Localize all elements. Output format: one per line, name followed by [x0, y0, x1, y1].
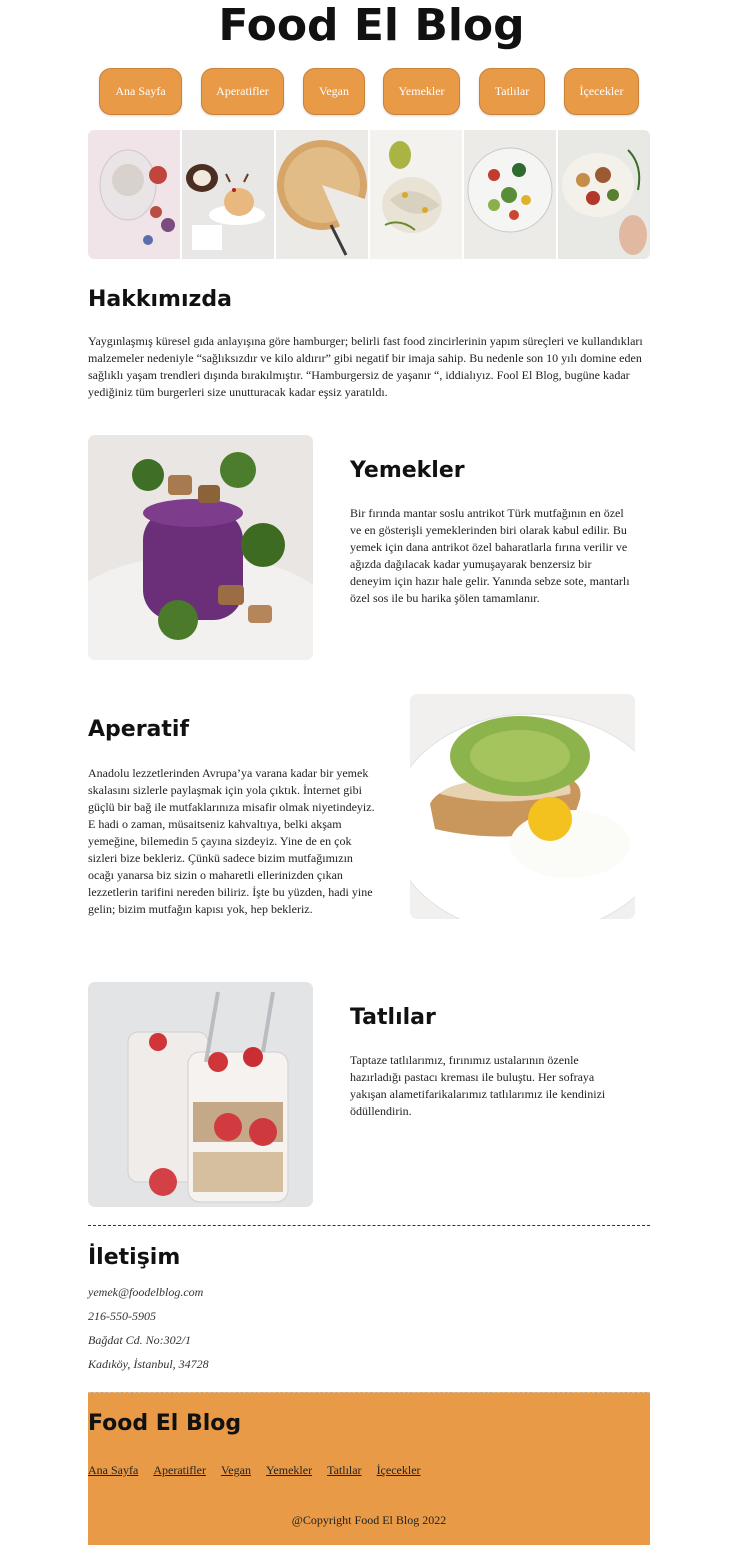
hero-image-jar-figs	[88, 130, 180, 259]
aperatif-heading: Aperatif	[88, 717, 190, 742]
nav-aperatifler-button[interactable]: Aperatifler	[201, 68, 284, 115]
aperatif-text: Anadolu lezzetlerinden Avrupa’ya varana …	[88, 766, 375, 916]
nav-tatlilar-button[interactable]: Tatlılar	[479, 68, 545, 115]
tatlilar-image	[88, 982, 313, 1207]
aperatif-image	[410, 694, 635, 919]
about-heading: Hakkımızda	[88, 287, 232, 312]
footer-link-vegan[interactable]: Vegan	[221, 1463, 251, 1478]
hero-image-bowl-hand	[558, 130, 650, 259]
hero-image-roll-cake	[182, 130, 274, 259]
tatlilar-heading: Tatlılar	[350, 1005, 436, 1030]
yemekler-image	[88, 435, 313, 660]
footer-link-yemekler[interactable]: Yemekler	[266, 1463, 312, 1478]
contact-address-line2: Kadıköy, İstanbul, 34728	[88, 1357, 209, 1371]
nav-yemekler-button[interactable]: Yemekler	[383, 68, 460, 115]
hero-image-pear-plate	[370, 130, 462, 259]
hero-image-pie	[276, 130, 368, 259]
contact-address-line1: Bağdat Cd. No:302/1	[88, 1333, 192, 1347]
nav-vegan-button[interactable]: Vegan	[303, 68, 365, 115]
yemekler-text: Bir fırında mantar soslu antrikot Türk m…	[350, 506, 630, 605]
copyright-text: @Copyright Food El Blog 2022	[291, 1513, 447, 1527]
footer-title: Food El Blog	[88, 1411, 242, 1436]
site-title: Food El Blog	[218, 0, 525, 51]
tatlilar-text: Taptaze tatlılarımız, fırınımız ustaları…	[350, 1053, 606, 1118]
nav-ana-sayfa-button[interactable]: Ana Sayfa	[99, 68, 182, 115]
yemekler-heading: Yemekler	[350, 458, 465, 483]
contact-phone[interactable]: 216-550-5905	[88, 1309, 156, 1324]
footer-nav: Ana Sayfa Aperatifler Vegan Yemekler Tat…	[88, 1463, 421, 1478]
hero-image-strip	[88, 130, 650, 259]
footer-link-icecekler[interactable]: İçecekler	[377, 1463, 421, 1478]
contact-heading: İletişim	[88, 1245, 181, 1270]
nav-icecekler-button[interactable]: İçecekler	[564, 68, 639, 115]
main-nav: Ana Sayfa Aperatifler Vegan Yemekler Tat…	[0, 68, 743, 115]
footer-link-ana-sayfa[interactable]: Ana Sayfa	[88, 1463, 138, 1478]
footer-link-aperatifler[interactable]: Aperatifler	[153, 1463, 206, 1478]
hero-image-salad-bowl	[464, 130, 556, 259]
about-text: Yaygınlaşmış küresel gıda anlayışına gör…	[88, 334, 643, 399]
section-divider	[88, 1225, 650, 1226]
contact-email[interactable]: yemek@foodelblog.com	[88, 1285, 203, 1300]
footer: Food El Blog Ana Sayfa Aperatifler Vegan…	[88, 1392, 650, 1545]
footer-link-tatlilar[interactable]: Tatlılar	[327, 1463, 361, 1478]
